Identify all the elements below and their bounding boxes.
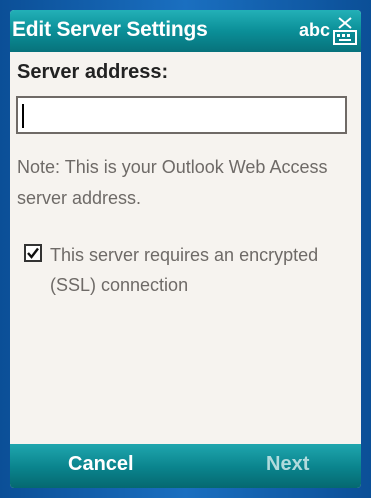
screen: Edit Server Settings abc Server address: — [10, 10, 361, 488]
softkey-bar: Cancel Next — [10, 444, 361, 488]
window-title: Edit Server Settings — [12, 18, 208, 41]
cancel-softkey[interactable]: Cancel — [68, 453, 134, 476]
form-content: Server address: Note: This is your Outlo… — [10, 52, 361, 444]
ssl-checkbox-label: This server requires an encrypted (SSL) … — [50, 245, 319, 295]
input-mode-label: abc — [299, 20, 331, 40]
title-bar: Edit Server Settings abc — [10, 10, 361, 52]
text-caret — [22, 104, 24, 128]
checkmark-icon — [27, 247, 39, 259]
ssl-checkbox[interactable] — [24, 244, 42, 262]
input-mode-indicator[interactable]: abc — [299, 16, 357, 46]
server-address-input[interactable] — [16, 96, 347, 134]
keyboard-icon — [333, 17, 357, 45]
server-address-note: Note: This is your Outlook Web Access se… — [17, 157, 328, 208]
device-frame: Edit Server Settings abc Server address: — [0, 0, 371, 498]
server-address-label: Server address: — [17, 61, 169, 83]
next-softkey[interactable]: Next — [266, 453, 309, 476]
